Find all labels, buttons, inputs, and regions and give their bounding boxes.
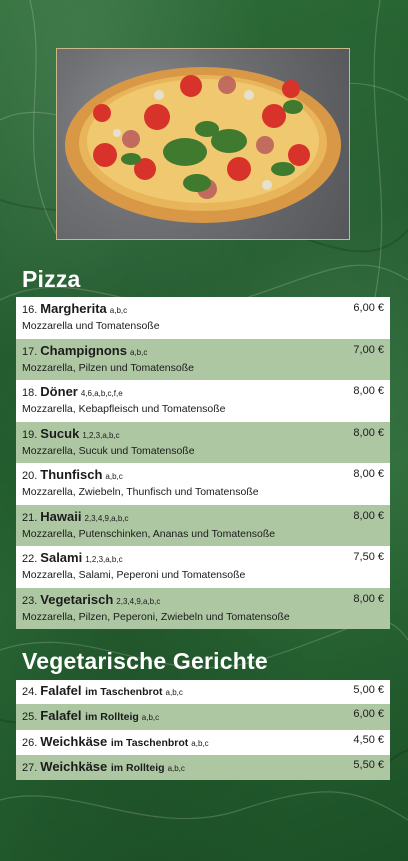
item-name: Weichkäse xyxy=(40,733,108,749)
menu-item-doener: 18. Döner 4,6,a,b,c,f,e Mozzarella, Kebapf… xyxy=(16,380,390,422)
item-description: Mozzarella und Tomatensoße xyxy=(22,320,160,332)
item-codes: a,b,c xyxy=(167,763,185,773)
menu-item-champignons: 17. Champignons a,b,c Mozzarella, Pilzen u… xyxy=(16,339,390,380)
item-description: Mozzarella, Zwiebeln, Thunfisch und Toma… xyxy=(22,486,259,498)
item-variant: im Taschenbrot xyxy=(110,736,189,749)
item-description: Mozzarella, Kebapfleisch und Tomatensoße xyxy=(22,403,226,415)
item-price: 8,00 € xyxy=(353,510,384,522)
menu-item-vegetarisch: 23. Vegetarisch 2,3,4,9,a,b,c Mozzarella, … xyxy=(16,588,390,629)
item-number: 23. xyxy=(22,595,38,607)
pizza-menu: 16. Margherita a,b,c Mozzarella und Tomate… xyxy=(16,297,390,629)
item-number: 19. xyxy=(22,429,38,441)
item-price: 6,00 € xyxy=(353,302,384,314)
menu-item-weichkaese-rollteig: 27. Weichkäse im Rollteig a,b,c 5,50 € xyxy=(16,755,390,780)
item-codes: a,b,c xyxy=(129,348,148,357)
menu-item-salami: 22. Salami 1,2,3,a,b,c Mozzarella, Salami,… xyxy=(16,546,390,588)
item-number: 18. xyxy=(22,387,38,399)
item-codes: 1,2,3,a,b,c xyxy=(82,431,120,440)
item-name: Hawaii xyxy=(40,509,82,524)
item-name: Thunfisch xyxy=(40,467,103,482)
item-price: 6,00 € xyxy=(353,708,384,720)
item-price: 7,50 € xyxy=(353,551,384,563)
pizza-section-title: Pizza xyxy=(22,266,81,292)
item-description: Mozzarella, Sucuk und Tomatensoße xyxy=(22,445,195,457)
item-number: 24. xyxy=(22,686,38,698)
item-variant: im Rollteig xyxy=(85,711,139,723)
item-number: 27. xyxy=(22,761,38,774)
item-codes: 4,6,a,b,c,f,e xyxy=(80,389,123,398)
item-price: 8,00 € xyxy=(353,468,384,480)
item-number: 20. xyxy=(22,470,38,482)
menu-item-falafel-taschenbrot: 24. Falafel im Taschenbrot a,b,c 5,00 € xyxy=(16,680,390,704)
item-name: Sucuk xyxy=(40,426,80,441)
item-codes: 2,3,4,9,a,b,c xyxy=(116,597,161,606)
item-number: 25. xyxy=(22,711,38,723)
menu-item-weichkaese-taschenbrot: 26. Weichkäse im Taschenbrot a,b,c 4,50 € xyxy=(16,730,390,755)
menu-item-thunfisch: 20. Thunfisch a,b,c Mozzarella, Zwiebeln, … xyxy=(16,463,390,505)
item-name: Döner xyxy=(40,384,78,399)
item-price: 8,00 € xyxy=(353,593,384,605)
item-variant: im Taschenbrot xyxy=(85,686,163,698)
item-price: 4,50 € xyxy=(353,734,384,746)
item-number: 22. xyxy=(22,553,38,565)
item-number: 17. xyxy=(22,346,38,358)
item-description: Mozzarella, Salami, Peperoni und Tomaten… xyxy=(22,569,246,581)
item-description: Mozzarella, Pilzen, Peperoni, Zwiebeln u… xyxy=(22,611,290,623)
menu-item-margherita: 16. Margherita a,b,c Mozzarella und Tomate… xyxy=(16,297,390,339)
pizza-photo xyxy=(56,48,350,240)
item-codes: 1,2,3,a,b,c xyxy=(85,555,123,564)
item-description: Mozzarella, Pilzen und Tomatensoße xyxy=(22,362,194,374)
item-name: Margherita xyxy=(40,301,107,316)
item-number: 16. xyxy=(22,304,38,316)
item-codes: a,b,c xyxy=(191,738,209,748)
item-codes: a,b,c xyxy=(109,306,128,315)
item-codes: a,b,c xyxy=(165,688,183,697)
item-codes: 2,3,4,9,a,b,c xyxy=(84,514,129,523)
item-description: Mozzarella, Putenschinken, Ananas und To… xyxy=(22,528,276,540)
item-price: 5,50 € xyxy=(353,759,384,771)
item-codes: a,b,c xyxy=(141,713,160,722)
item-number: 26. xyxy=(22,736,38,749)
menu-item-sucuk: 19. Sucuk 1,2,3,a,b,c Mozzarella, Sucuk un… xyxy=(16,422,390,463)
item-name: Champignons xyxy=(40,343,127,358)
item-price: 8,00 € xyxy=(353,385,384,397)
item-name: Falafel xyxy=(40,708,82,723)
menu-item-hawaii: 21. Hawaii 2,3,4,9,a,b,c Mozzarella, Puten… xyxy=(16,505,390,546)
item-name: Vegetarisch xyxy=(40,592,114,607)
item-name: Falafel xyxy=(40,683,82,698)
item-name: Weichkäse xyxy=(40,758,108,774)
menu-item-falafel-rollteig: 25. Falafel im Rollteig a,b,c 6,00 € xyxy=(16,704,390,730)
item-price: 5,00 € xyxy=(353,684,384,696)
item-name: Salami xyxy=(40,550,83,565)
item-price: 7,00 € xyxy=(353,344,384,356)
vegetarian-menu: 24. Falafel im Taschenbrot a,b,c 5,00 € 25… xyxy=(16,680,390,780)
item-number: 21. xyxy=(22,512,38,524)
item-price: 8,00 € xyxy=(353,427,384,439)
vegetarian-section-title: Vegetarische Gerichte xyxy=(22,648,268,674)
item-codes: a,b,c xyxy=(105,472,123,481)
item-variant: im Rollteig xyxy=(110,761,165,774)
